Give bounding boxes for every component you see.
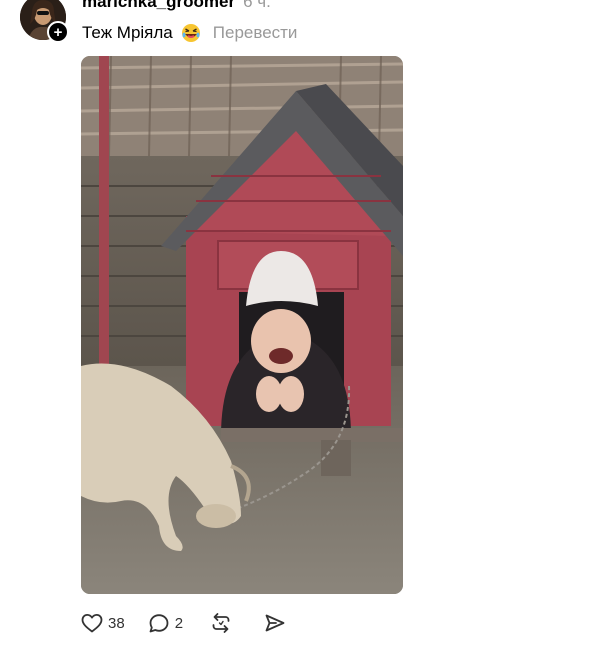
rolling-laughing-emoji-icon xyxy=(181,23,201,43)
translate-link[interactable]: Перевести xyxy=(213,23,298,43)
post-meta: marichka_groomer 6 ч. xyxy=(82,0,271,12)
repost-button[interactable] xyxy=(209,611,233,635)
post-photo[interactable] xyxy=(81,56,403,594)
send-icon xyxy=(263,611,287,635)
avatar[interactable]: + xyxy=(20,0,69,43)
follow-badge-icon[interactable]: + xyxy=(47,21,69,43)
heart-icon xyxy=(80,611,104,635)
like-count: 38 xyxy=(108,614,125,632)
post-actions: 38 2 xyxy=(80,611,287,635)
post-body: Теж Мріяла Перевести xyxy=(82,23,297,43)
username-link[interactable]: marichka_groomer xyxy=(82,0,235,12)
comment-bubble-icon xyxy=(147,611,171,635)
post-timestamp[interactable]: 6 ч. xyxy=(243,0,271,12)
post-text: Теж Мріяла xyxy=(82,23,173,42)
like-button[interactable]: 38 xyxy=(80,611,125,635)
reply-button[interactable]: 2 xyxy=(147,611,183,635)
repost-icon xyxy=(209,611,233,635)
share-button[interactable] xyxy=(263,611,287,635)
reply-count: 2 xyxy=(174,614,184,632)
